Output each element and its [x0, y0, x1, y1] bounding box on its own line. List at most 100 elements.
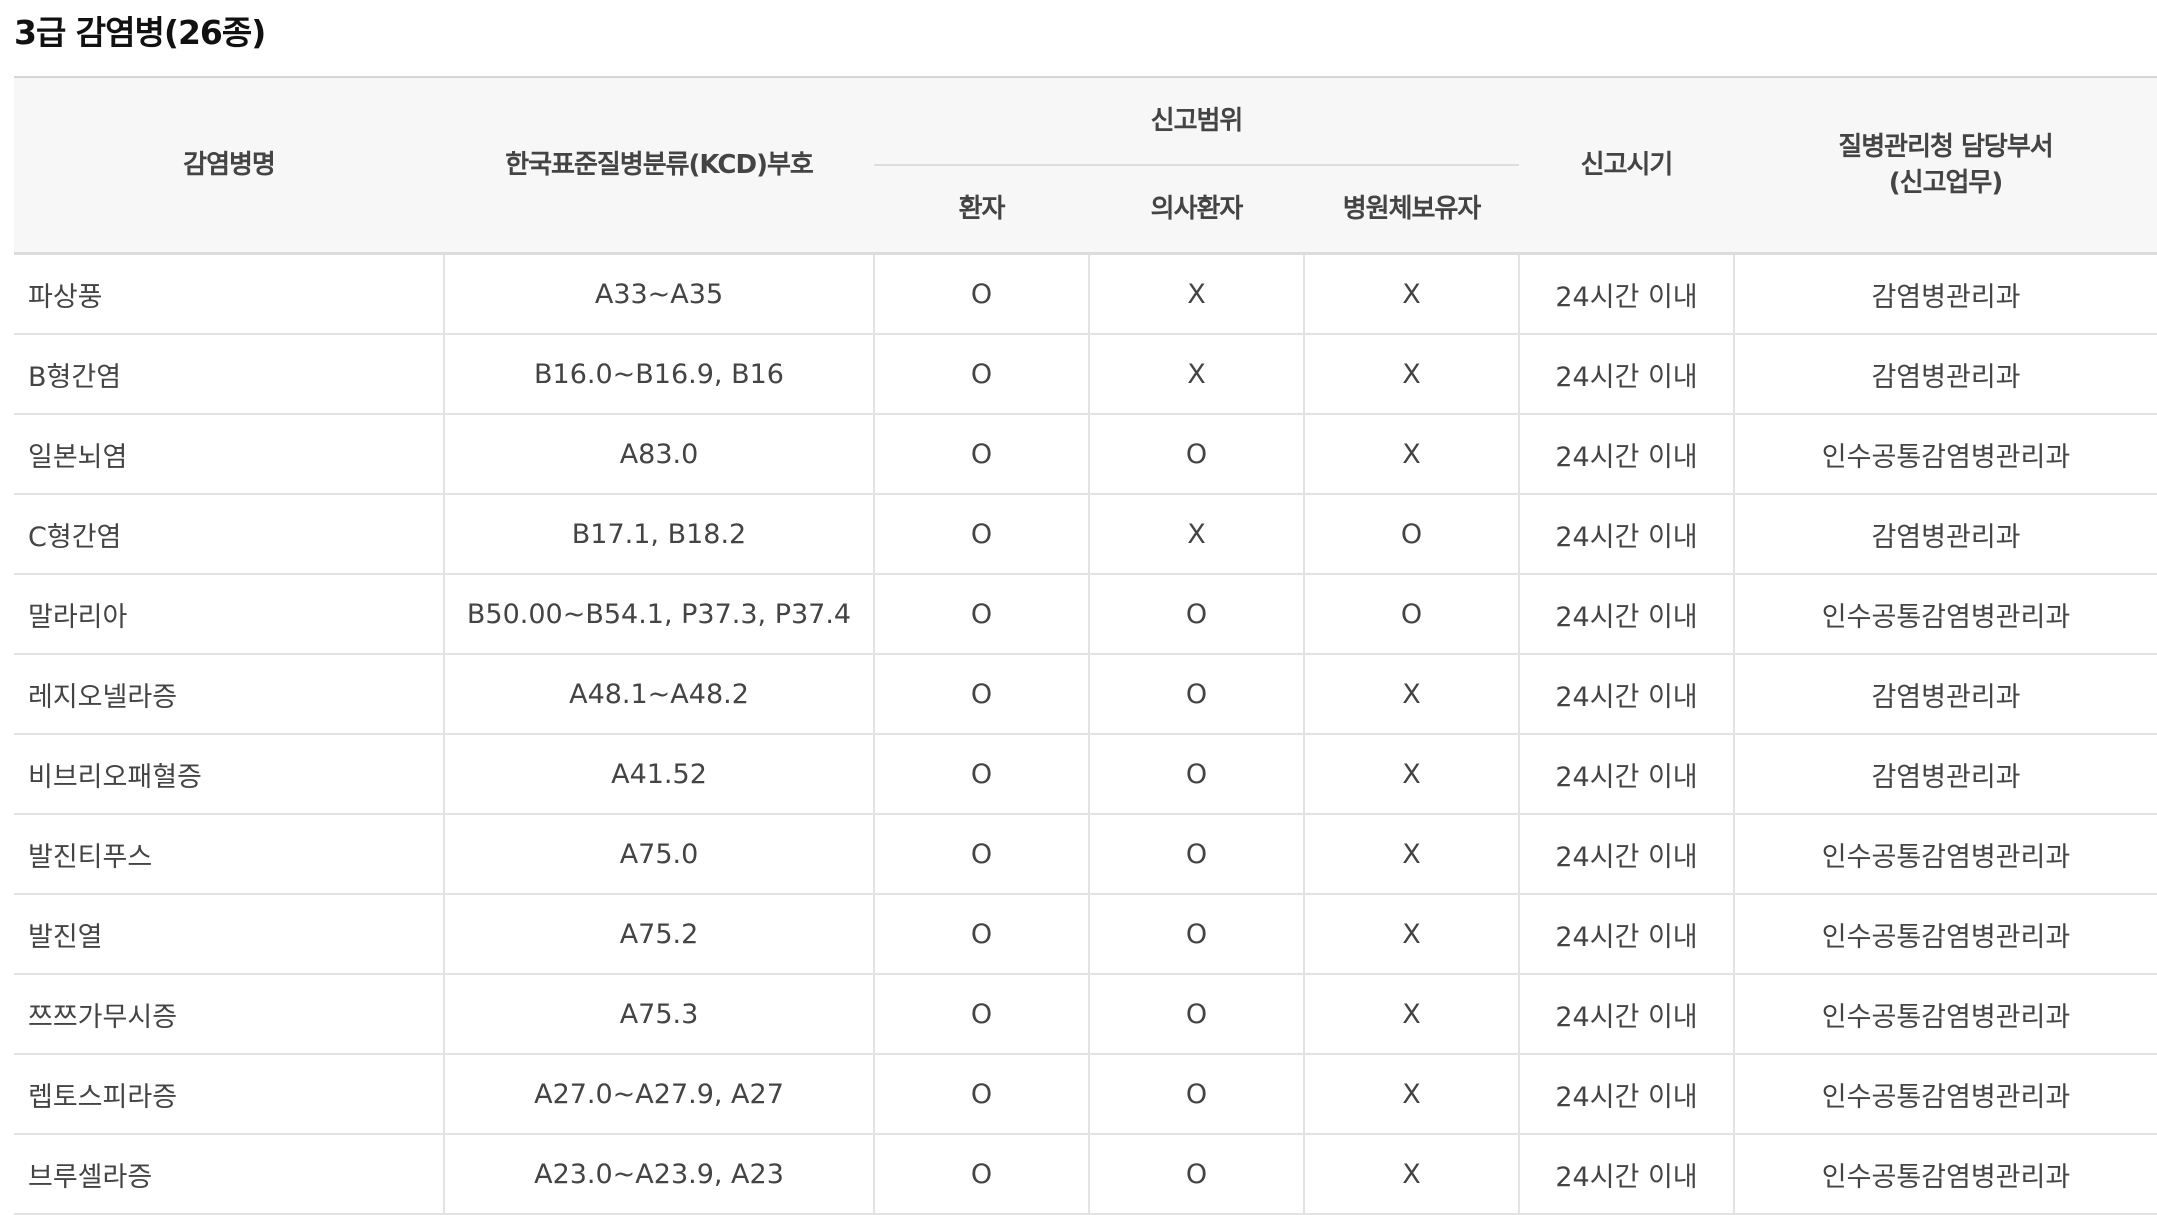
suspected-patient-cell: O [1089, 654, 1305, 735]
header-department-line2: (신고업무) [1888, 168, 2003, 198]
department-cell: 감염병관리과 [1734, 494, 2157, 575]
report-time-cell: 24시간 이내 [1519, 414, 1735, 495]
kcd-code-cell: B16.0~B16.9, B16 [444, 334, 875, 415]
table-row: B형간염 B16.0~B16.9, B16 O X X 24시간 이내 감염병관… [14, 334, 2157, 415]
suspected-patient-cell: O [1089, 814, 1305, 895]
patient-cell: O [874, 574, 1090, 655]
suspected-patient-cell: O [1089, 734, 1305, 815]
pathogen-carrier-cell: X [1304, 654, 1520, 735]
kcd-code-cell: A75.0 [444, 814, 875, 895]
header-report-scope-label: 신고범위 [874, 78, 1519, 166]
report-time-cell: 24시간 이내 [1519, 1054, 1735, 1135]
suspected-patient-cell: O [1089, 1134, 1305, 1215]
disease-name-cell: 일본뇌염 [14, 414, 445, 495]
department-cell: 인수공통감염병관리과 [1734, 814, 2157, 895]
pathogen-carrier-cell: X [1304, 1134, 1520, 1215]
patient-cell: O [874, 1134, 1090, 1215]
page-title: 3급 감염병(26종) [14, 13, 266, 52]
department-cell: 감염병관리과 [1734, 253, 2157, 335]
kcd-code-cell: A75.3 [444, 974, 875, 1055]
report-time-cell: 24시간 이내 [1519, 734, 1735, 815]
table-row: C형간염 B17.1, B18.2 O X O 24시간 이내 감염병관리과 [14, 494, 2157, 575]
disease-name-cell: 파상풍 [14, 253, 445, 335]
table-row: 발진열 A75.2 O O X 24시간 이내 인수공통감염병관리과 [14, 894, 2157, 975]
disease-table: 감염병명 한국표준질병분류(KCD)부호 신고범위 신고시기 질병관리청 담당부… [14, 76, 2157, 1215]
table-row: 쯔쯔가무시증 A75.3 O O X 24시간 이내 인수공통감염병관리과 [14, 974, 2157, 1055]
department-cell: 감염병관리과 [1734, 654, 2157, 735]
department-cell: 감염병관리과 [1734, 334, 2157, 415]
table-row: 파상풍 A33~A35 O X X 24시간 이내 감염병관리과 [14, 253, 2157, 335]
disease-name-cell: 발진티푸스 [14, 814, 445, 895]
report-time-cell: 24시간 이내 [1519, 894, 1735, 975]
disease-name-cell: 말라리아 [14, 574, 445, 655]
kcd-code-cell: A27.0~A27.9, A27 [444, 1054, 875, 1135]
header-kcd-code: 한국표준질병분류(KCD)부호 [444, 76, 874, 255]
department-cell: 인수공통감염병관리과 [1734, 894, 2157, 975]
pathogen-carrier-cell: X [1304, 814, 1520, 895]
department-cell: 인수공통감염병관리과 [1734, 1134, 2157, 1215]
patient-cell: O [874, 894, 1090, 975]
report-time-cell: 24시간 이내 [1519, 334, 1735, 415]
suspected-patient-cell: X [1089, 494, 1305, 575]
table-row: 발진티푸스 A75.0 O O X 24시간 이내 인수공통감염병관리과 [14, 814, 2157, 895]
department-cell: 인수공통감염병관리과 [1734, 574, 2157, 655]
kcd-code-cell: A83.0 [444, 414, 875, 495]
patient-cell: O [874, 334, 1090, 415]
disease-name-cell: 렙토스피라증 [14, 1054, 445, 1135]
patient-cell: O [874, 414, 1090, 495]
disease-name-cell: 쯔쯔가무시증 [14, 974, 445, 1055]
pathogen-carrier-cell: X [1304, 974, 1520, 1055]
disease-name-cell: 레지오넬라증 [14, 654, 445, 735]
header-report-scope: 신고범위 [874, 76, 1519, 166]
pathogen-carrier-cell: X [1304, 334, 1520, 415]
kcd-code-cell: A48.1~A48.2 [444, 654, 875, 735]
table-row: 레지오넬라증 A48.1~A48.2 O O X 24시간 이내 감염병관리과 [14, 654, 2157, 735]
report-time-cell: 24시간 이내 [1519, 814, 1735, 895]
pathogen-carrier-cell: O [1304, 494, 1520, 575]
header-suspected-patient: 의사환자 [1089, 166, 1304, 255]
disease-name-cell: 발진열 [14, 894, 445, 975]
disease-name-cell: C형간염 [14, 494, 445, 575]
kcd-code-cell: A23.0~A23.9, A23 [444, 1134, 875, 1215]
table-row: 비브리오패혈증 A41.52 O O X 24시간 이내 감염병관리과 [14, 734, 2157, 815]
kcd-code-cell: A41.52 [444, 734, 875, 815]
table-row: 일본뇌염 A83.0 O O X 24시간 이내 인수공통감염병관리과 [14, 414, 2157, 495]
patient-cell: O [874, 494, 1090, 575]
pathogen-carrier-cell: X [1304, 1054, 1520, 1135]
table-row: 브루셀라증 A23.0~A23.9, A23 O O X 24시간 이내 인수공… [14, 1134, 2157, 1215]
header-patient: 환자 [874, 166, 1089, 255]
pathogen-carrier-cell: X [1304, 734, 1520, 815]
pathogen-carrier-cell: X [1304, 253, 1520, 335]
department-cell: 감염병관리과 [1734, 734, 2157, 815]
table-row: 렙토스피라증 A27.0~A27.9, A27 O O X 24시간 이내 인수… [14, 1054, 2157, 1135]
disease-name-cell: 브루셀라증 [14, 1134, 445, 1215]
pathogen-carrier-cell: O [1304, 574, 1520, 655]
suspected-patient-cell: X [1089, 334, 1305, 415]
header-pathogen-carrier: 병원체보유자 [1304, 166, 1519, 255]
department-cell: 인수공통감염병관리과 [1734, 974, 2157, 1055]
table-body: 파상풍 A33~A35 O X X 24시간 이내 감염병관리과 B형간염 B1… [14, 253, 2157, 1215]
report-time-cell: 24시간 이내 [1519, 494, 1735, 575]
pathogen-carrier-cell: X [1304, 894, 1520, 975]
report-time-cell: 24시간 이내 [1519, 974, 1735, 1055]
kcd-code-cell: B17.1, B18.2 [444, 494, 875, 575]
disease-name-cell: 비브리오패혈증 [14, 734, 445, 815]
department-cell: 인수공통감염병관리과 [1734, 414, 2157, 495]
patient-cell: O [874, 974, 1090, 1055]
department-cell: 인수공통감염병관리과 [1734, 1054, 2157, 1135]
report-time-cell: 24시간 이내 [1519, 253, 1735, 335]
suspected-patient-cell: O [1089, 894, 1305, 975]
report-time-cell: 24시간 이내 [1519, 574, 1735, 655]
header-report-time: 신고시기 [1519, 76, 1734, 255]
suspected-patient-cell: X [1089, 253, 1305, 335]
header-row-1: 감염병명 한국표준질병분류(KCD)부호 신고범위 신고시기 질병관리청 담당부… [14, 76, 2157, 255]
pathogen-carrier-cell: X [1304, 414, 1520, 495]
report-time-cell: 24시간 이내 [1519, 1134, 1735, 1215]
patient-cell: O [874, 1054, 1090, 1135]
patient-cell: O [874, 814, 1090, 895]
kcd-code-cell: B50.00~B54.1, P37.3, P37.4 [444, 574, 875, 655]
kcd-code-cell: A75.2 [444, 894, 875, 975]
header-department-line1: 질병관리청 담당부서 [1838, 132, 2053, 162]
report-time-cell: 24시간 이내 [1519, 654, 1735, 735]
table-row: 말라리아 B50.00~B54.1, P37.3, P37.4 O O O 24… [14, 574, 2157, 655]
